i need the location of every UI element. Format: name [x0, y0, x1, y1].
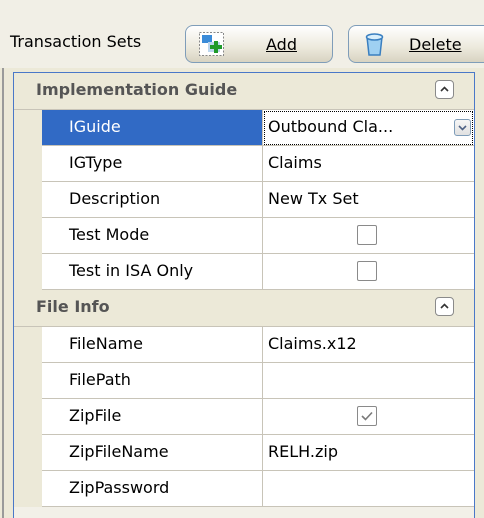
- property-name: Description: [69, 189, 161, 208]
- collapse-file-info-button[interactable]: [435, 297, 454, 316]
- check-icon: [361, 411, 373, 421]
- toolbar: Transaction Sets Add Delete: [0, 0, 484, 68]
- property-row-iguide[interactable]: IGuide Outbound Cla...: [14, 110, 474, 146]
- property-name: ZipFileName: [69, 442, 169, 461]
- property-name: ZipPassword: [69, 478, 170, 497]
- property-row-filename[interactable]: FileName Claims.x12: [14, 327, 474, 363]
- zipfile-checkbox[interactable]: [357, 406, 377, 426]
- category-file-info: File Info: [14, 290, 474, 327]
- chevron-up-icon: [440, 86, 449, 92]
- property-name: IGuide: [69, 117, 121, 136]
- description-value-field[interactable]: New Tx Set: [263, 182, 474, 218]
- property-name: FileName: [69, 334, 143, 353]
- property-grid: Implementation Guide IGuide Outbound Cla…: [0, 68, 484, 518]
- igtype-value-field[interactable]: Claims: [263, 146, 474, 182]
- delete-button[interactable]: Delete: [348, 25, 484, 63]
- chevron-up-icon: [440, 303, 449, 309]
- property-value: Claims.x12: [268, 334, 357, 353]
- property-row-test-in-isa-only[interactable]: Test in ISA Only: [14, 254, 474, 290]
- property-value: Outbound Cla...: [268, 117, 394, 136]
- test-in-isa-only-checkbox[interactable]: [357, 261, 377, 281]
- property-row-zipfile[interactable]: ZipFile: [14, 399, 474, 435]
- collapse-implementation-guide-button[interactable]: [435, 80, 454, 99]
- property-name: Test in ISA Only: [69, 261, 194, 280]
- category-title: File Info: [36, 297, 110, 316]
- property-row-zippassword[interactable]: ZipPassword: [14, 471, 474, 507]
- add-button[interactable]: Add: [185, 25, 333, 63]
- delete-button-label: Delete: [409, 35, 462, 54]
- property-value: RELH.zip: [268, 442, 338, 461]
- test-mode-checkbox[interactable]: [357, 225, 377, 245]
- property-name: ZipFile: [69, 406, 122, 425]
- property-row-igtype[interactable]: IGType Claims: [14, 146, 474, 182]
- zipfilename-value-field[interactable]: RELH.zip: [263, 435, 474, 471]
- filepath-value-field[interactable]: [263, 363, 474, 399]
- transaction-sets-label: Transaction Sets: [10, 32, 142, 51]
- property-row-test-mode[interactable]: Test Mode: [14, 218, 474, 254]
- iguide-dropdown-button[interactable]: [454, 119, 471, 136]
- add-item-icon: [199, 32, 224, 56]
- property-name: Test Mode: [69, 225, 150, 244]
- category-title: Implementation Guide: [36, 80, 238, 99]
- property-name: IGType: [69, 153, 123, 172]
- property-name: FilePath: [69, 370, 131, 389]
- property-value: New Tx Set: [268, 189, 359, 208]
- chevron-down-icon: [458, 125, 467, 131]
- iguide-value-field[interactable]: Outbound Cla...: [263, 110, 474, 146]
- property-row-filepath[interactable]: FilePath: [14, 363, 474, 399]
- property-value: Claims: [268, 153, 322, 172]
- zippassword-value-field[interactable]: [263, 471, 474, 507]
- grid-left-edge: [2, 68, 4, 518]
- category-implementation-guide: Implementation Guide: [14, 73, 474, 110]
- trash-icon: [365, 33, 384, 56]
- property-row-description[interactable]: Description New Tx Set: [14, 182, 474, 218]
- filename-value-field[interactable]: Claims.x12: [263, 327, 474, 363]
- add-button-label: Add: [266, 35, 297, 54]
- property-row-zipfilename[interactable]: ZipFileName RELH.zip: [14, 435, 474, 471]
